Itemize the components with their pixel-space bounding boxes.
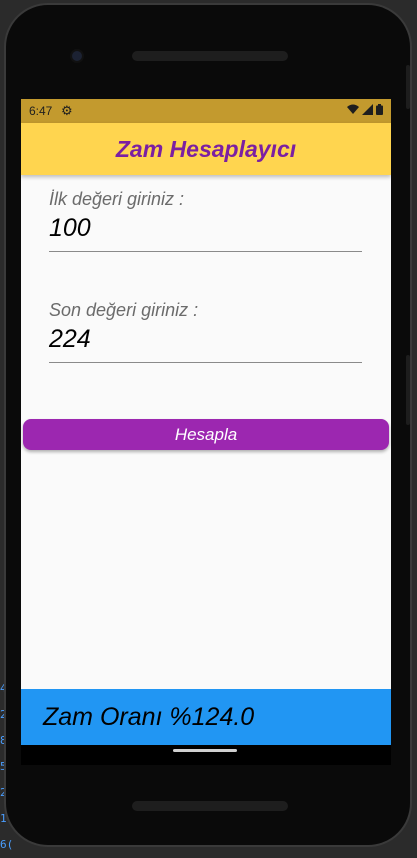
first-value-underline [49,251,362,252]
second-value-underline [49,362,362,363]
app-bar: Zam Hesaplayıcı [21,123,391,175]
first-value-field[interactable]: İlk değeri giriniz : 100 [49,189,362,252]
battery-icon [376,104,383,115]
gutter-line: 6( [0,838,14,851]
status-bar: 6:47 ⚙ [21,99,391,123]
second-value-input[interactable]: 224 [49,325,362,354]
signal-icon [362,104,373,115]
phone-frame: 6:47 ⚙ Zam Hesaplayıcı İlk değeri girini… [4,3,412,847]
front-camera [72,51,82,61]
device-screen: 6:47 ⚙ Zam Hesaplayıcı İlk değeri girini… [21,99,391,765]
navigation-bar [21,745,391,765]
result-text: Zam Oranı %124.0 [43,702,255,731]
result-bar: Zam Oranı %124.0 [21,689,391,745]
status-time: 6:47 [29,104,53,118]
earpiece-speaker [132,51,288,61]
bottom-speaker [132,801,288,811]
form-body: İlk değeri giriniz : 100 Son değeri giri… [21,175,391,689]
app-title: Zam Hesaplayıcı [115,135,297,162]
calculate-button[interactable]: Hesapla [23,419,389,450]
second-value-label: Son değeri giriniz : [49,300,199,320]
first-value-label: İlk değeri giriniz : [49,189,185,209]
gear-icon: ⚙ [61,103,73,118]
power-button[interactable] [406,65,410,109]
home-gesture-bar[interactable] [173,749,237,752]
status-icons [347,104,383,115]
volume-button[interactable] [406,355,410,425]
first-value-input[interactable]: 100 [49,214,362,243]
second-value-field[interactable]: Son değeri giriniz : 224 [49,300,362,363]
wifi-icon [347,104,359,114]
